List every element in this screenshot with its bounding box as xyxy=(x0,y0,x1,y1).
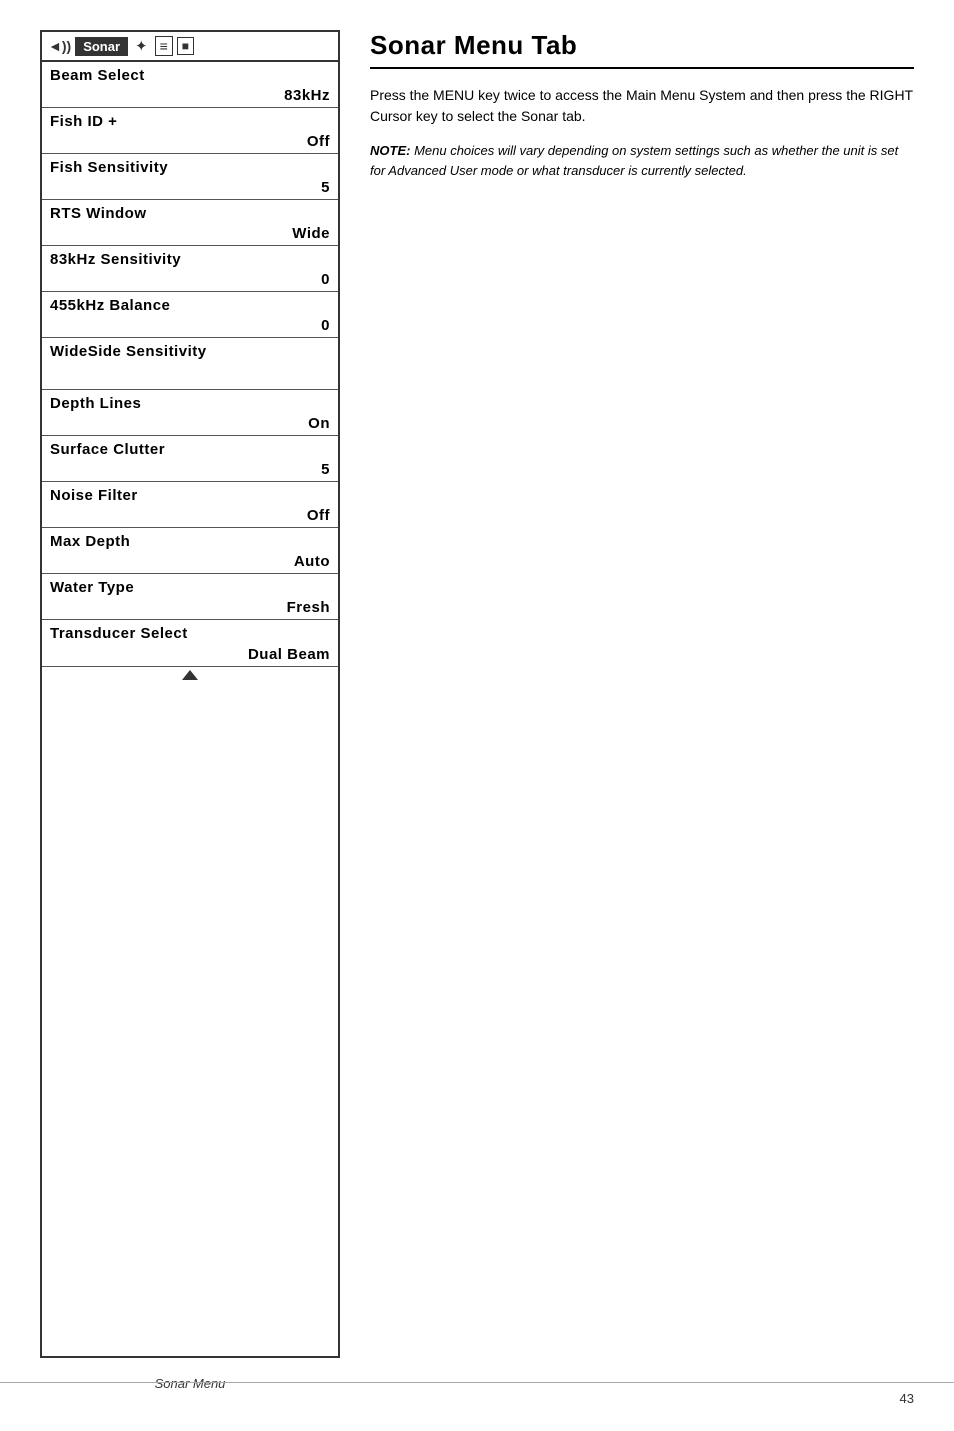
beam-select-label: Beam Select xyxy=(50,67,330,84)
fish-sensitivity-value: 5 xyxy=(50,179,330,196)
page-title: Sonar Menu Tab xyxy=(370,30,914,69)
surface-clutter-label: Surface Clutter xyxy=(50,441,330,458)
surface-clutter-value: 5 xyxy=(50,461,330,478)
depth-lines-value: On xyxy=(50,415,330,432)
menu-item-surface-clutter[interactable]: Surface Clutter 5 xyxy=(42,436,338,482)
menu-item-fish-sensitivity[interactable]: Fish Sensitivity 5 xyxy=(42,154,338,200)
water-type-value: Fresh xyxy=(50,599,330,616)
beam-select-value: 83kHz xyxy=(50,87,330,104)
note-label: NOTE: xyxy=(370,143,410,158)
depth-lines-label: Depth Lines xyxy=(50,395,330,412)
455khz-balance-label: 455kHz Balance xyxy=(50,297,330,314)
rts-window-label: RTS Window xyxy=(50,205,330,222)
transducer-select-value: Dual Beam xyxy=(50,646,330,663)
transducer-select-label: Transducer Select xyxy=(50,625,330,642)
page-number: 43 xyxy=(900,1391,914,1406)
menu-item-water-type[interactable]: Water Type Fresh xyxy=(42,574,338,620)
scroll-indicator[interactable] xyxy=(42,666,338,683)
menu-item-transducer-select[interactable]: Transducer Select Dual Beam xyxy=(42,620,338,666)
fish-sensitivity-label: Fish Sensitivity xyxy=(50,159,330,176)
83khz-sensitivity-value: 0 xyxy=(50,271,330,288)
menu-icon-2[interactable]: ■ xyxy=(177,37,194,55)
note-body: Menu choices will vary depending on syst… xyxy=(370,143,898,178)
wideside-sensitivity-label: WideSide Sensitivity xyxy=(50,343,330,360)
scroll-up-arrow[interactable] xyxy=(182,670,198,680)
83khz-sensitivity-label: 83kHz Sensitivity xyxy=(50,251,330,268)
note-text: NOTE: Menu choices will vary depending o… xyxy=(370,141,914,180)
wideside-sensitivity-value xyxy=(50,368,330,386)
right-panel: Sonar Menu Tab Press the MENU key twice … xyxy=(340,30,914,1358)
gear-icon[interactable]: ✦ xyxy=(132,36,151,56)
max-depth-value: Auto xyxy=(50,553,330,570)
description-text: Press the MENU key twice to access the M… xyxy=(370,85,914,127)
menu-item-rts-window[interactable]: RTS Window Wide xyxy=(42,200,338,246)
menu-item-beam-select[interactable]: Beam Select 83kHz xyxy=(42,62,338,108)
menu-icon-1[interactable]: ≡ xyxy=(155,36,173,56)
menu-item-455khz-balance[interactable]: 455kHz Balance 0 xyxy=(42,292,338,338)
rts-window-value: Wide xyxy=(50,225,330,242)
noise-filter-value: Off xyxy=(50,507,330,524)
water-type-label: Water Type xyxy=(50,579,330,596)
menu-item-wideside-sensitivity[interactable]: WideSide Sensitivity xyxy=(42,338,338,390)
menu-item-max-depth[interactable]: Max Depth Auto xyxy=(42,528,338,574)
menu-item-noise-filter[interactable]: Noise Filter Off xyxy=(42,482,338,528)
max-depth-label: Max Depth xyxy=(50,533,330,550)
sound-icon: ◄)) xyxy=(48,38,71,54)
fish-id-value: Off xyxy=(50,133,330,150)
fish-id-label: Fish ID + xyxy=(50,113,330,130)
sonar-tab[interactable]: Sonar xyxy=(75,37,128,56)
menu-item-83khz-sensitivity[interactable]: 83kHz Sensitivity 0 xyxy=(42,246,338,292)
noise-filter-label: Noise Filter xyxy=(50,487,330,504)
menu-item-fish-id[interactable]: Fish ID + Off xyxy=(42,108,338,154)
tab-bar: ◄)) Sonar ✦ ≡ ■ xyxy=(42,32,338,62)
page-footer: 43 xyxy=(0,1382,954,1406)
menu-item-depth-lines[interactable]: Depth Lines On xyxy=(42,390,338,436)
menu-panel: ◄)) Sonar ✦ ≡ ■ Beam Select 83kHz Fish I… xyxy=(40,30,340,1358)
455khz-balance-value: 0 xyxy=(50,317,330,334)
